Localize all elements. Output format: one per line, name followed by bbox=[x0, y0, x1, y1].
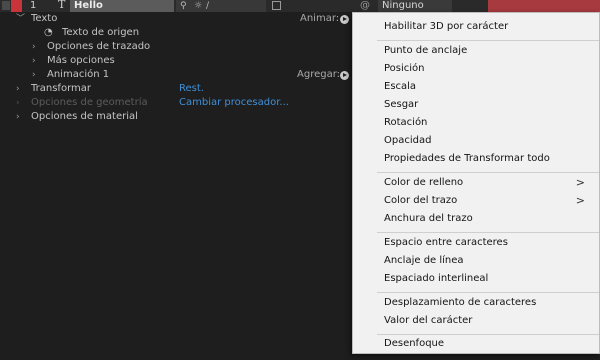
menu-separator bbox=[377, 40, 599, 41]
pickwhip-icon[interactable]: @ bbox=[360, 0, 370, 12]
menu-item-label: Desenfoque bbox=[384, 338, 445, 349]
animate-context-menu: Habilitar 3D por carácter Punto de ancla… bbox=[352, 12, 600, 354]
tree-label: Texto bbox=[31, 13, 58, 24]
expand-right-icon[interactable]: › bbox=[32, 68, 36, 82]
menu-item-line-spacing[interactable]: Espaciado interlineal bbox=[353, 270, 599, 288]
layer-row[interactable]: 1 T Hello ⚲ ☼ ∕ @ Ninguno bbox=[0, 0, 600, 12]
shy-icon[interactable]: ⚲ bbox=[180, 0, 187, 12]
menu-item-rotation[interactable]: Rotación bbox=[353, 114, 599, 132]
menu-item-skew[interactable]: Sesgar bbox=[353, 96, 599, 114]
menu-item-label: Posición bbox=[384, 63, 425, 74]
menu-item-stroke-color[interactable]: Color del trazo > bbox=[353, 192, 599, 210]
menu-item-tracking[interactable]: Espacio entre caracteres bbox=[353, 234, 599, 252]
parent-dropdown[interactable]: Ninguno bbox=[378, 0, 452, 12]
menu-item-label: Escala bbox=[384, 81, 417, 92]
menu-item-line-anchor[interactable]: Anclaje de línea bbox=[353, 252, 599, 270]
submenu-arrow-icon: > bbox=[575, 194, 585, 207]
expand-right-icon[interactable]: › bbox=[16, 96, 20, 110]
visibility-toggle[interactable] bbox=[2, 1, 10, 10]
expand-right-icon[interactable]: › bbox=[16, 110, 20, 124]
label-color-swatch[interactable] bbox=[11, 0, 22, 12]
quality-icon[interactable]: ∕ bbox=[206, 0, 209, 12]
layer-switches: ⚲ ☼ ∕ bbox=[176, 0, 266, 12]
reset-link[interactable]: Rest. bbox=[179, 82, 204, 96]
tree-label: Texto de origen bbox=[62, 27, 140, 38]
timeline-gap bbox=[452, 0, 488, 12]
menu-item-label: Anchura del trazo bbox=[384, 213, 473, 224]
menu-separator bbox=[377, 232, 599, 233]
menu-item-fill-color[interactable]: Color de relleno > bbox=[353, 174, 599, 192]
collapse-icon[interactable]: ☼ bbox=[194, 0, 202, 12]
menu-item-label: Anclaje de línea bbox=[384, 255, 464, 266]
animate-menu-icon[interactable] bbox=[340, 15, 349, 24]
menu-item-anchor-point[interactable]: Punto de anclaje bbox=[353, 42, 599, 60]
text-layer-icon: T bbox=[58, 0, 66, 11]
menu-item-label: Espacio entre caracteres bbox=[384, 237, 508, 248]
add-menu-icon[interactable] bbox=[340, 71, 349, 80]
3d-layer-toggle[interactable] bbox=[272, 1, 281, 10]
menu-item-label: Espaciado interlineal bbox=[384, 273, 489, 284]
menu-item-character-offset[interactable]: Desplazamiento de caracteres bbox=[353, 294, 599, 312]
add-label: Agregar: bbox=[297, 69, 341, 80]
stopwatch-icon[interactable]: ◔ bbox=[44, 26, 53, 40]
tree-label: Más opciones bbox=[47, 55, 115, 66]
tree-label: Transformar bbox=[31, 83, 91, 94]
tree-label: Opciones de trazado bbox=[47, 41, 151, 52]
menu-item-opacity[interactable]: Opacidad bbox=[353, 132, 599, 150]
tree-label: Opciones de geometría bbox=[31, 97, 148, 108]
layer-number: 1 bbox=[30, 0, 37, 11]
menu-item-transform-all[interactable]: Propiedades de Transformar todo bbox=[353, 150, 599, 168]
menu-item-label: Opacidad bbox=[384, 135, 432, 146]
animate-label: Animar: bbox=[300, 13, 340, 24]
tree-label: Animación 1 bbox=[47, 69, 110, 80]
change-renderer-link[interactable]: Cambiar procesador... bbox=[179, 96, 289, 110]
menu-separator bbox=[377, 292, 599, 293]
menu-item-label: Color de relleno bbox=[384, 177, 464, 188]
menu-item-label: Valor del carácter bbox=[384, 315, 473, 326]
menu-item-character-value[interactable]: Valor del carácter bbox=[353, 312, 599, 330]
menu-item-label: Desplazamiento de caracteres bbox=[384, 297, 537, 308]
menu-item-label: Color del trazo bbox=[384, 195, 458, 206]
menu-separator bbox=[377, 172, 599, 173]
menu-item-label: Propiedades de Transformar todo bbox=[384, 153, 550, 164]
menu-item-label: Punto de anclaje bbox=[384, 45, 468, 56]
expand-right-icon[interactable]: › bbox=[16, 82, 20, 96]
expand-down-icon[interactable]: ﹀ bbox=[16, 12, 25, 26]
menu-item-label: Habilitar 3D por carácter bbox=[384, 21, 509, 32]
layer-duration-bar[interactable] bbox=[488, 0, 600, 12]
menu-item-label: Rotación bbox=[384, 117, 428, 128]
menu-item-label: Sesgar bbox=[384, 99, 419, 110]
layer-name[interactable]: Hello bbox=[70, 0, 174, 12]
submenu-arrow-icon: > bbox=[575, 176, 585, 189]
menu-item-blur[interactable]: Desenfoque bbox=[353, 335, 599, 353]
menu-item-position[interactable]: Posición bbox=[353, 60, 599, 78]
tree-label: Opciones de material bbox=[31, 111, 138, 122]
menu-item-stroke-width[interactable]: Anchura del trazo bbox=[353, 210, 599, 228]
menu-item-enable-3d[interactable]: Habilitar 3D por carácter bbox=[353, 18, 599, 36]
menu-item-scale[interactable]: Escala bbox=[353, 78, 599, 96]
expand-right-icon[interactable]: › bbox=[32, 54, 36, 68]
expand-right-icon[interactable]: › bbox=[32, 40, 36, 54]
